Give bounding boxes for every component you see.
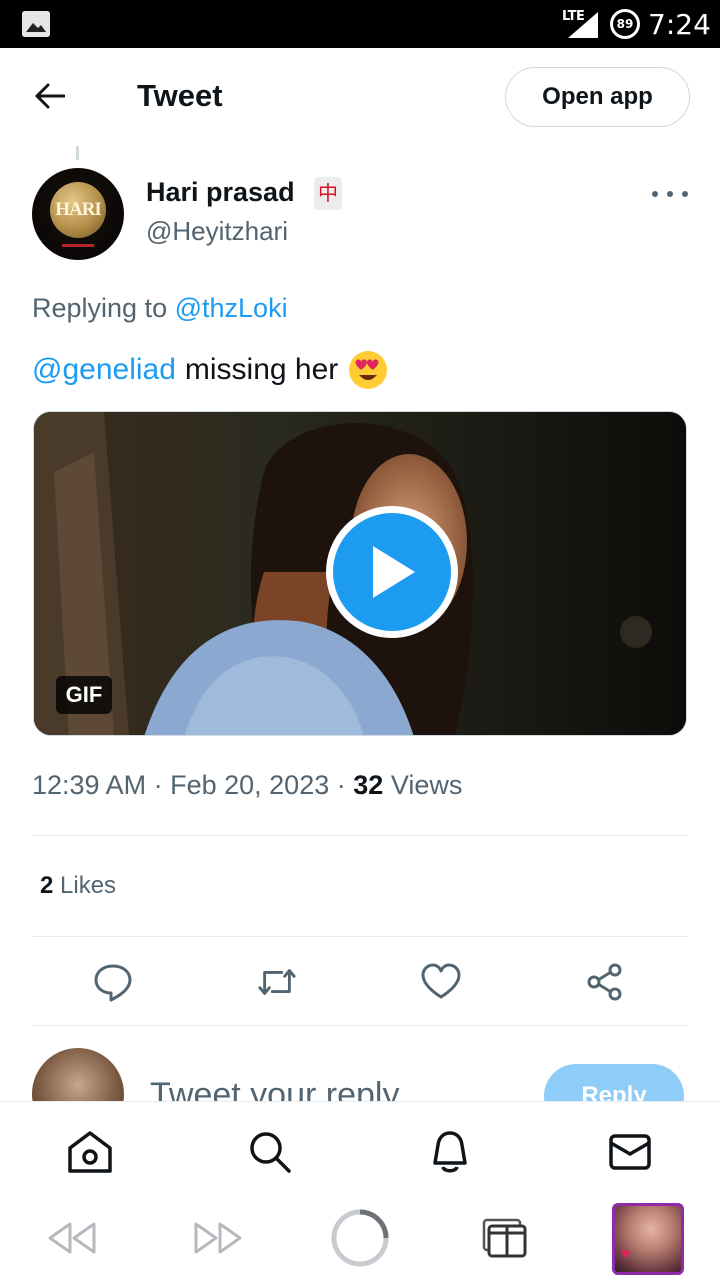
reply-button[interactable] <box>93 962 133 1002</box>
likes-stat[interactable]: 2 Likes <box>40 872 116 900</box>
avatar-logo: HARI <box>50 182 106 238</box>
share-button[interactable] <box>585 962 625 1002</box>
divider <box>32 835 688 836</box>
tweet-actions <box>0 950 720 1012</box>
tweet-header: Tweet Open app <box>0 48 720 146</box>
browser-tabs-button[interactable] <box>478 1207 530 1269</box>
browser-reload-button[interactable] <box>328 1207 392 1269</box>
tweet-media-gif[interactable]: GIF <box>33 411 687 736</box>
arrow-left-icon <box>35 83 65 109</box>
author-badge: 中 <box>314 177 342 210</box>
more-dot-icon <box>652 191 658 197</box>
browser-back-button[interactable] <box>44 1207 100 1269</box>
battery-indicator: 89 <box>610 9 640 39</box>
tweet-date[interactable]: Feb 20, 2023 <box>170 770 329 800</box>
signal-icon <box>568 12 598 38</box>
gallery-notification-icon <box>22 11 50 37</box>
reply-input[interactable]: Tweet your reply <box>150 1076 399 1101</box>
tweet-text: @geneliad missing her <box>32 350 388 390</box>
reply-composer: Tweet your reply Reply <box>0 1026 720 1101</box>
nav-messages[interactable] <box>606 1128 654 1176</box>
tweet-meta: 12:39 AM · Feb 20, 2023 · 32 Views <box>32 770 462 801</box>
play-button[interactable] <box>326 506 458 638</box>
nav-notifications[interactable] <box>426 1128 474 1176</box>
replying-prefix: Replying to <box>32 293 168 323</box>
rewind-icon <box>48 1222 96 1254</box>
nav-search[interactable] <box>246 1128 294 1176</box>
tweet-time[interactable]: 12:39 AM <box>32 770 146 800</box>
status-bar: LTE 89 7:24 <box>0 0 720 48</box>
tab-thumbnail[interactable]: ♥ <box>612 1203 684 1275</box>
browser-toolbar: ♥ <box>0 1195 720 1280</box>
more-dot-icon <box>667 191 673 197</box>
browser-forward-button[interactable] <box>190 1207 246 1269</box>
page-title: Tweet <box>137 78 223 113</box>
heart-icon: ♥ <box>621 1246 631 1263</box>
tweet-body: missing her <box>184 353 339 386</box>
likes-label: Likes <box>60 872 117 899</box>
home-icon <box>68 1131 112 1173</box>
fast-forward-icon <box>194 1222 242 1254</box>
smiling-face-with-heart-eyes-icon <box>349 351 388 389</box>
author-handle[interactable]: @Heyitzhari <box>146 216 288 247</box>
divider <box>32 936 688 937</box>
replying-to: Replying to @thzLoki <box>32 293 288 324</box>
clock: 7:24 <box>648 8 711 41</box>
reply-icon <box>94 964 132 1002</box>
reply-submit-button[interactable]: Reply <box>544 1064 684 1101</box>
loading-spinner-icon <box>331 1209 389 1267</box>
bottom-navigation <box>0 1101 720 1195</box>
thread-line <box>76 146 79 160</box>
back-button[interactable] <box>24 76 76 116</box>
tweet-mention[interactable]: @geneliad <box>32 353 176 387</box>
more-options-button[interactable] <box>652 186 688 202</box>
avatar-logo-accent <box>62 244 94 247</box>
author-name[interactable]: Hari prasad <box>146 177 295 208</box>
more-dot-icon <box>682 191 688 197</box>
meta-separator: · <box>336 770 346 800</box>
like-button[interactable] <box>421 962 461 1002</box>
like-icon <box>421 963 461 999</box>
search-icon <box>250 1132 291 1173</box>
meta-separator: · <box>153 770 163 800</box>
user-avatar <box>32 1048 124 1101</box>
retweet-icon <box>258 969 296 995</box>
open-app-button[interactable]: Open app <box>505 67 690 127</box>
replying-to-mention[interactable]: @thzLoki <box>175 293 288 323</box>
retweet-button[interactable] <box>257 962 297 1002</box>
play-icon <box>373 546 415 598</box>
nav-home[interactable] <box>66 1128 114 1176</box>
share-icon <box>587 963 622 1001</box>
notifications-icon <box>433 1131 467 1173</box>
views-label: Views <box>390 770 463 800</box>
likes-count: 2 <box>40 872 54 899</box>
tabs-icon <box>482 1218 527 1258</box>
author-avatar[interactable]: HARI <box>32 168 124 260</box>
gif-badge: GIF <box>56 676 112 714</box>
views-count: 32 <box>353 770 384 800</box>
messages-icon <box>609 1134 651 1170</box>
